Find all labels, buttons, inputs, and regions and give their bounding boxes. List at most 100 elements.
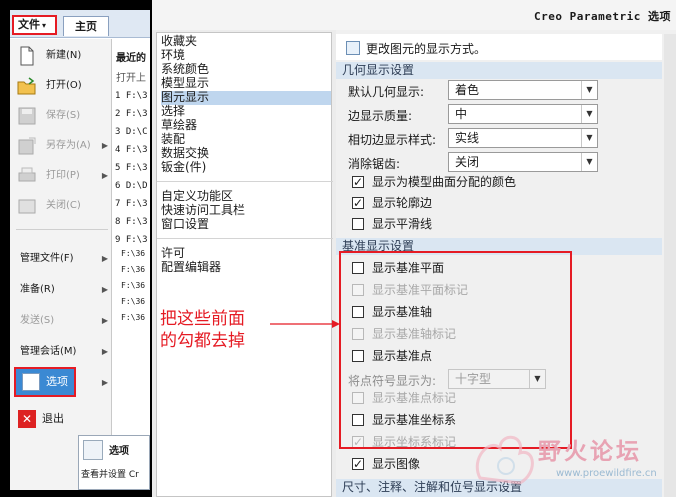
chevron-down-icon: ▼: [581, 81, 597, 99]
menu-item-new[interactable]: 新建(N): [10, 43, 112, 69]
dialog-titlebar: Creo Parametric 选项: [152, 0, 676, 30]
arrow-right-icon: [270, 320, 340, 328]
edge-quality-select[interactable]: 中 ▼: [448, 104, 598, 124]
recent-file-item[interactable]: F:\36: [121, 249, 145, 258]
menu-item-label: 打开(O): [46, 80, 82, 91]
category-item-selected[interactable]: 图元显示: [161, 91, 331, 105]
checkbox-unchecked: [352, 218, 364, 230]
category-item[interactable]: 配置编辑器: [161, 261, 331, 275]
chevron-right-icon: ▶: [101, 347, 108, 356]
recent-file-item[interactable]: 7 F:\3: [115, 199, 148, 209]
menu-item-print[interactable]: 打印(P) ▶: [10, 163, 112, 189]
recent-file-item[interactable]: 9 F:\3: [115, 235, 148, 245]
category-item[interactable]: 自定义功能区: [161, 190, 331, 204]
category-item[interactable]: 窗口设置: [161, 218, 331, 232]
tooltip-title: 选项: [109, 446, 129, 457]
menu-item-open[interactable]: 打开(O): [10, 73, 112, 99]
new-file-icon: [20, 46, 34, 66]
highlight-box: [339, 251, 572, 449]
menu-item-label: 管理会话(M): [20, 346, 77, 357]
recent-file-item[interactable]: 8 F:\3: [115, 217, 148, 227]
tab-file[interactable]: 文件 ▾: [12, 15, 57, 35]
recent-file-item[interactable]: F:\36: [121, 297, 145, 306]
category-divider: [157, 181, 333, 182]
recent-file-item[interactable]: F:\36: [121, 313, 145, 322]
checkbox-checked: ✓: [352, 457, 364, 471]
chevron-right-icon: ▶: [101, 285, 108, 294]
menu-item-label: 另存为(A): [46, 140, 91, 151]
close-window-icon: [18, 199, 36, 214]
tangent-edge-label: 相切边显示样式:: [348, 133, 437, 147]
tab-home[interactable]: 主页: [63, 16, 109, 36]
settings-header: 更改图元的显示方式。: [336, 34, 662, 60]
checkbox-label: 显示轮廓边: [372, 196, 433, 210]
select-value: 关闭: [455, 155, 480, 169]
recent-file-item[interactable]: 3 D:\C: [115, 127, 148, 137]
menu-item-label: 选项: [46, 375, 68, 388]
recent-file-item[interactable]: 5 F:\3: [115, 163, 148, 173]
recent-file-item[interactable]: 4 F:\3: [115, 145, 148, 155]
recent-file-item[interactable]: 1 F:\3: [115, 91, 148, 101]
menu-item-close[interactable]: 关闭(C): [10, 193, 112, 219]
annotation-text: 把这些前面 的勾都去掉: [160, 308, 245, 352]
chevron-right-icon: ▶: [101, 378, 108, 387]
menu-item-options[interactable]: 选项: [14, 367, 76, 397]
chevron-right-icon: ▶: [101, 316, 108, 325]
category-list: 收藏夹 环境 系统颜色 模型显示 图元显示 选择 草绘器 装配 数据交换 钣金(…: [156, 32, 333, 497]
select-value: 中: [455, 107, 468, 121]
tangent-edge-select[interactable]: 实线 ▼: [448, 128, 598, 148]
options-list-icon: [83, 440, 103, 460]
menu-item-label: 发送(S): [20, 315, 55, 326]
checkbox-checked: ✓: [352, 175, 364, 189]
category-item[interactable]: 数据交换: [161, 147, 331, 161]
open-folder-icon: [17, 77, 36, 95]
recent-file-item[interactable]: 2 F:\3: [115, 109, 148, 119]
menu-item-label: 管理文件(F): [20, 253, 74, 264]
category-item[interactable]: 系统颜色: [161, 63, 331, 77]
watermark-url: www.proewildfire.cn: [556, 468, 657, 479]
entity-display-icon: [346, 41, 360, 55]
antialias-select[interactable]: 关闭 ▼: [448, 152, 598, 172]
chevron-right-icon: ▶: [101, 254, 108, 263]
tooltip-description: 查看并设置 Cr: [81, 470, 139, 480]
category-item[interactable]: 选择: [161, 105, 331, 119]
category-item[interactable]: 许可: [161, 247, 331, 261]
category-item[interactable]: 模型显示: [161, 77, 331, 91]
menu-item-manage-session[interactable]: 管理会话(M) ▶: [10, 339, 112, 365]
menu-item-save[interactable]: 保存(S): [10, 103, 112, 129]
recent-file-item[interactable]: 6 D:\D: [115, 181, 148, 191]
forum-watermark: 野火论坛 www.proewildfire.cn: [470, 428, 676, 494]
category-item[interactable]: 快速访问工具栏: [161, 204, 331, 218]
menu-divider: [16, 229, 108, 230]
chevron-right-icon: ▶: [101, 171, 108, 180]
menu-item-label: 打印(P): [46, 170, 80, 181]
dialog-title: Creo Parametric 选项: [534, 10, 671, 23]
chevron-down-icon: ▾: [42, 21, 47, 30]
menu-item-label: 新建(N): [46, 50, 82, 61]
category-item[interactable]: 装配: [161, 133, 331, 147]
chevron-down-icon: ▼: [581, 153, 597, 171]
select-value: 着色: [455, 83, 480, 97]
recent-file-item[interactable]: F:\36: [121, 281, 145, 290]
file-backstage-panel: 文件 ▾ 主页 新建(N) 打开(O) 保存(S) 另存为(A) ▶ 打印(P) …: [10, 10, 150, 490]
recent-file-item[interactable]: F:\36: [121, 265, 145, 274]
menu-item-send[interactable]: 发送(S) ▶: [10, 308, 112, 334]
menu-item-prepare[interactable]: 准备(R) ▶: [10, 277, 112, 303]
checkbox-checked: ✓: [352, 196, 364, 210]
annotation-line: 把这些前面: [160, 309, 245, 329]
menu-item-label: 退出: [42, 412, 64, 425]
category-item[interactable]: 钣金(件): [161, 161, 331, 175]
checkbox-label: 显示图像: [372, 457, 421, 471]
printer-icon: [18, 167, 36, 182]
category-item[interactable]: 环境: [161, 49, 331, 63]
menu-item-label: 准备(R): [20, 284, 55, 295]
watermark-title: 野火论坛: [538, 439, 642, 465]
menu-item-manage-file[interactable]: 管理文件(F) ▶: [10, 246, 112, 272]
category-item[interactable]: 草绘器: [161, 119, 331, 133]
menu-item-save-as[interactable]: 另存为(A) ▶: [10, 133, 112, 159]
select-value: 实线: [455, 131, 480, 145]
category-item[interactable]: 收藏夹: [161, 35, 331, 49]
menu-item-exit[interactable]: ✕ 退出: [14, 406, 74, 432]
tab-file-label: 文件: [18, 18, 40, 31]
default-display-select[interactable]: 着色 ▼: [448, 80, 598, 100]
